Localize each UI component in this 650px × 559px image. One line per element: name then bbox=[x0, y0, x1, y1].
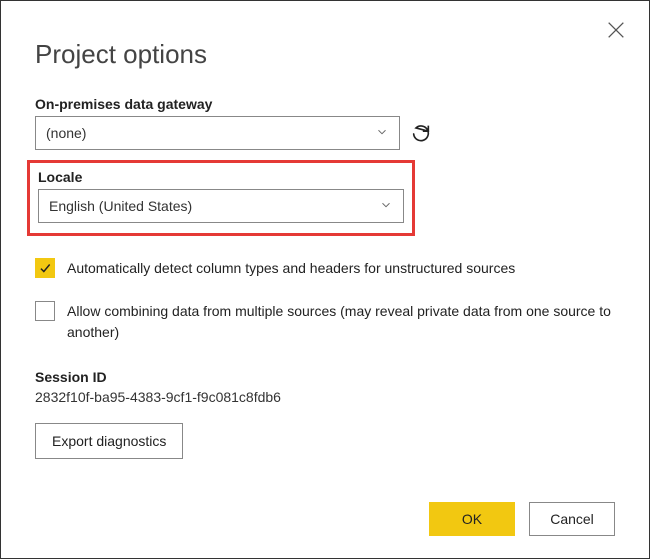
gateway-label: On-premises data gateway bbox=[35, 96, 615, 112]
ok-button[interactable]: OK bbox=[429, 502, 515, 536]
session-id-value: 2832f10f-ba95-4383-9cf1-f9c081c8fdb6 bbox=[35, 389, 615, 405]
refresh-button[interactable] bbox=[410, 122, 432, 144]
auto-detect-label: Automatically detect column types and he… bbox=[67, 258, 515, 279]
locale-value: English (United States) bbox=[49, 198, 192, 214]
auto-detect-checkbox[interactable] bbox=[35, 258, 55, 278]
session-id-label: Session ID bbox=[35, 369, 615, 385]
gateway-dropdown[interactable]: (none) bbox=[35, 116, 400, 150]
locale-label: Locale bbox=[38, 169, 404, 185]
dialog-footer: OK Cancel bbox=[429, 502, 615, 536]
allow-combine-label: Allow combining data from multiple sourc… bbox=[67, 301, 615, 343]
locale-dropdown[interactable]: English (United States) bbox=[38, 189, 404, 223]
cancel-button[interactable]: Cancel bbox=[529, 502, 615, 536]
export-diagnostics-button[interactable]: Export diagnostics bbox=[35, 423, 183, 459]
close-icon bbox=[605, 19, 627, 41]
locale-highlight: Locale English (United States) bbox=[27, 160, 415, 236]
close-button[interactable] bbox=[605, 19, 627, 41]
allow-combine-checkbox[interactable] bbox=[35, 301, 55, 321]
project-options-dialog: Project options On-premises data gateway… bbox=[1, 1, 649, 558]
dialog-title: Project options bbox=[35, 39, 615, 70]
chevron-down-icon bbox=[375, 125, 389, 142]
gateway-value: (none) bbox=[46, 125, 86, 141]
chevron-down-icon bbox=[379, 198, 393, 215]
